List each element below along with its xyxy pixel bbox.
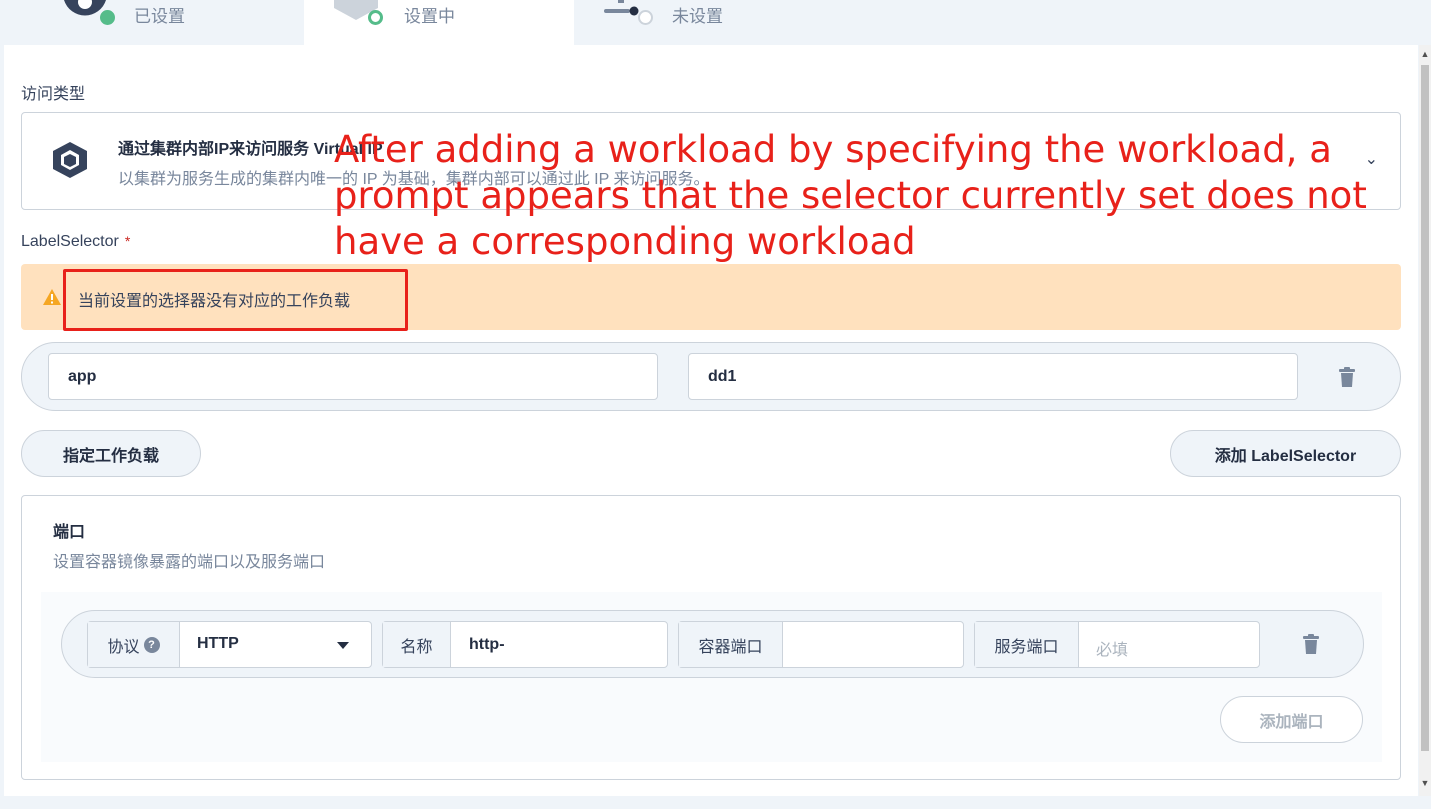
- scroll-down-icon[interactable]: ▼: [1420, 778, 1430, 788]
- scroll-up-icon[interactable]: ▲: [1420, 49, 1430, 59]
- trash-icon[interactable]: [1302, 634, 1320, 654]
- step-active[interactable]: 设置中: [304, 0, 574, 45]
- step-pending[interactable]: 未设置: [574, 0, 854, 45]
- specify-workload-button[interactable]: 指定工作负载: [21, 430, 201, 477]
- add-label-selector-button[interactable]: 添加 LabelSelector: [1170, 430, 1401, 477]
- step-pending-dot: [638, 10, 653, 25]
- ports-description: 设置容器镜像暴露的端口以及服务端口: [53, 554, 326, 571]
- highlight-box: [63, 269, 408, 331]
- step-tabs: 已设置 设置中 未设置: [0, 0, 1431, 45]
- name-value: http-: [469, 636, 505, 653]
- step-pending-label: 未设置: [672, 7, 723, 26]
- step-done-label: 已设置: [134, 7, 185, 26]
- step-active-label: 设置中: [404, 7, 455, 26]
- protocol-value: HTTP: [197, 635, 239, 652]
- bottom-bar: [0, 796, 1431, 809]
- container-port-field[interactable]: 容器端口: [678, 621, 964, 668]
- access-type-label: 访问类型: [21, 86, 86, 103]
- step-active-dot: [368, 10, 383, 25]
- port-row: 协议? HTTP 名称 http- 容器端口 服务端口 必填: [61, 610, 1364, 678]
- add-port-button[interactable]: 添加端口: [1220, 696, 1363, 743]
- label-selector-row: app dd1: [21, 342, 1401, 411]
- label-selector-label: LabelSelector *: [21, 233, 130, 251]
- caret-down-icon: [337, 642, 349, 649]
- step-done[interactable]: 已设置: [0, 0, 304, 45]
- service-port-placeholder: 必填: [1096, 642, 1129, 659]
- service-port-field[interactable]: 服务端口 必填: [974, 621, 1260, 668]
- selector-value-input[interactable]: dd1: [688, 353, 1298, 400]
- protocol-prefix: 协议?: [88, 622, 180, 667]
- annotation-text: After adding a workload by specifying th…: [334, 128, 1367, 263]
- container-port-prefix: 容器端口: [679, 622, 783, 667]
- label-selector-text: LabelSelector: [21, 233, 119, 250]
- step-done-dot: [100, 10, 115, 25]
- name-prefix: 名称: [383, 622, 451, 667]
- cube-icon: [53, 142, 87, 178]
- protocol-select[interactable]: 协议? HTTP: [87, 621, 372, 668]
- required-mark: *: [124, 233, 131, 249]
- trash-icon[interactable]: [1338, 367, 1356, 387]
- help-icon[interactable]: ?: [143, 636, 160, 653]
- protocol-label: 协议: [107, 638, 140, 656]
- selector-key-input[interactable]: app: [48, 353, 658, 400]
- ports-title: 端口: [53, 524, 86, 541]
- service-port-prefix: 服务端口: [975, 622, 1079, 667]
- port-name-field[interactable]: 名称 http-: [382, 621, 668, 668]
- warning-icon: [43, 289, 61, 305]
